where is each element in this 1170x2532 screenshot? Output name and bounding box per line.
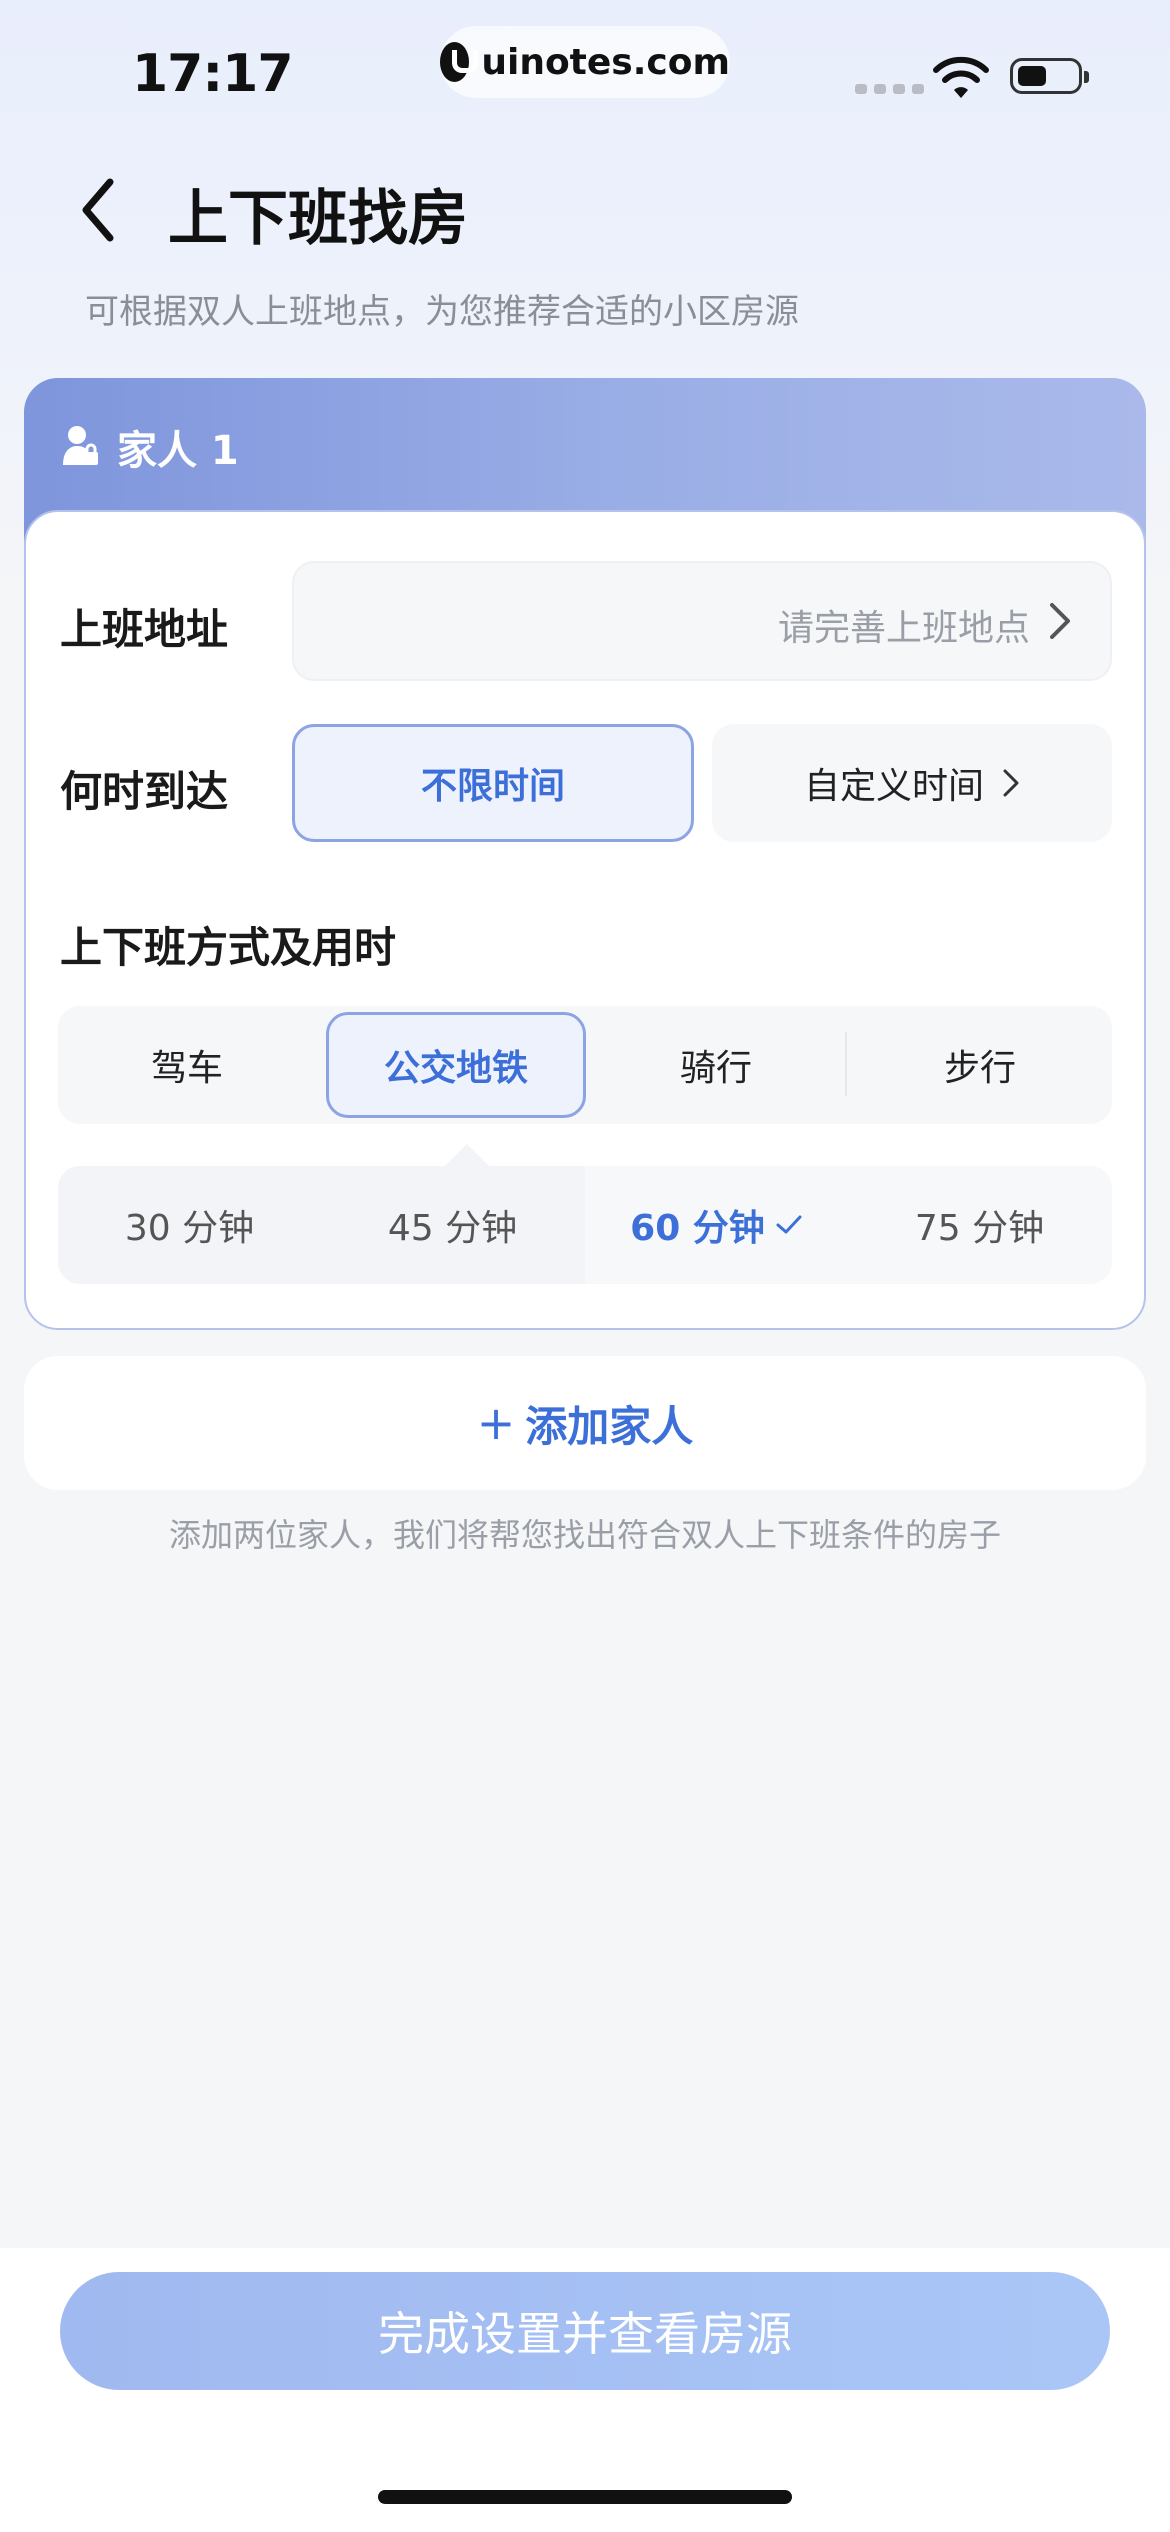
address-label: 上班地址: [60, 605, 229, 654]
address-placeholder: 请完善上班地点: [777, 608, 1030, 649]
mode-transit[interactable]: 公交地铁: [326, 1012, 586, 1118]
wifi-icon: [933, 56, 989, 98]
submit-button[interactable]: 完成设置并查看房源: [60, 2272, 1110, 2390]
commute-label: 上下班方式及用时: [60, 923, 397, 972]
member-title: 家人 1: [117, 428, 239, 474]
url-text: uinotes.com: [481, 41, 730, 83]
chevron-right-icon: [1003, 769, 1019, 797]
add-family-button[interactable]: + 添加家人: [24, 1356, 1146, 1490]
duration-30[interactable]: 30 分钟: [58, 1166, 321, 1284]
add-family-hint: 添加两位家人，我们将帮您找出符合双人上下班条件的房子: [168, 1516, 1001, 1554]
duration-60[interactable]: 60 分钟: [585, 1166, 848, 1284]
commute-mode-selector: 驾车 公交地铁 骑行 步行: [58, 1006, 1112, 1124]
duration-45[interactable]: 45 分钟: [321, 1166, 584, 1284]
status-time: 17:17: [132, 44, 294, 104]
duration-selector: 30 分钟 45 分钟 60 分钟 75 分钟: [58, 1166, 1112, 1284]
mode-pointer: [445, 1144, 489, 1166]
page-subtitle: 可根据双人上班地点，为您推荐合适的小区房源: [85, 292, 799, 332]
arrival-option-unlimited[interactable]: 不限时间: [292, 724, 694, 842]
mode-cycling[interactable]: 骑行: [586, 1006, 846, 1124]
battery-icon: [1010, 58, 1089, 94]
arrival-label: 何时到达: [60, 767, 229, 816]
check-icon: [776, 1215, 802, 1234]
work-address-field[interactable]: 请完善上班地点: [292, 561, 1112, 681]
arrival-option-custom[interactable]: 自定义时间: [712, 724, 1112, 842]
mode-drive[interactable]: 驾车: [58, 1006, 316, 1124]
uinotes-logo-icon: [440, 42, 479, 82]
status-bar: 17:17 uinotes.com: [0, 0, 1170, 140]
add-family-label: 添加家人: [525, 1401, 694, 1451]
home-indicator: [378, 2490, 792, 2504]
chevron-right-icon: [1050, 603, 1070, 639]
mode-walking[interactable]: 步行: [848, 1006, 1112, 1124]
page-title: 上下班找房: [168, 184, 468, 254]
back-arrow-icon[interactable]: [70, 170, 130, 250]
mode-divider: [845, 1032, 847, 1096]
person-icon: [63, 426, 98, 465]
url-pill[interactable]: uinotes.com: [440, 26, 730, 98]
duration-75[interactable]: 75 分钟: [848, 1166, 1111, 1284]
plus-icon: +: [476, 1396, 516, 1450]
cellular-signal-icon: [855, 84, 924, 94]
